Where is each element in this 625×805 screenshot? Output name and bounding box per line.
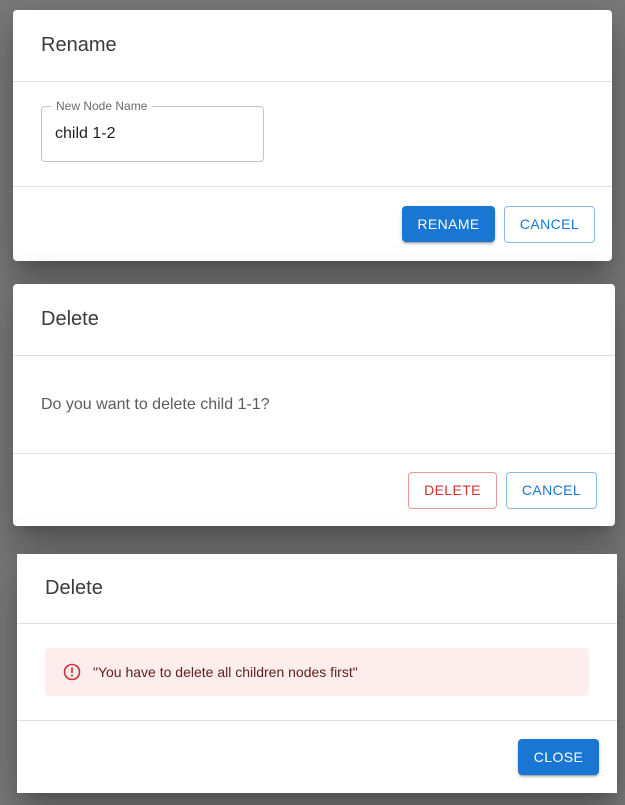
delete-error-dialog-title: Delete — [17, 554, 617, 624]
rename-dialog-actions: RENAME CANCEL — [13, 187, 612, 261]
delete-cancel-button[interactable]: CANCEL — [506, 471, 597, 509]
rename-dialog-title: Rename — [13, 10, 612, 82]
rename-dialog-content: New Node Name — [13, 82, 612, 187]
rename-button[interactable]: RENAME — [402, 206, 495, 242]
error-outline-icon — [63, 663, 81, 681]
close-button[interactable]: CLOSE — [518, 739, 599, 775]
delete-dialog-actions: DELETE CANCEL — [13, 454, 615, 526]
rename-dialog: Rename New Node Name RENAME CANCEL — [13, 10, 612, 261]
rename-cancel-button[interactable]: CANCEL — [504, 205, 595, 243]
delete-error-dialog-actions: CLOSE — [17, 721, 617, 793]
new-node-name-input[interactable] — [42, 107, 263, 161]
delete-error-dialog: Delete "You have to delete all children … — [17, 554, 617, 793]
delete-dialog-content: Do you want to delete child 1-1? — [13, 356, 615, 454]
delete-button[interactable]: DELETE — [408, 471, 497, 509]
delete-confirm-message: Do you want to delete child 1-1? — [41, 395, 270, 413]
new-node-name-field: New Node Name — [41, 99, 264, 162]
delete-error-dialog-content: "You have to delete all children nodes f… — [17, 624, 617, 721]
delete-dialog-title: Delete — [13, 284, 615, 356]
error-alert: "You have to delete all children nodes f… — [45, 648, 589, 696]
error-alert-message: "You have to delete all children nodes f… — [93, 664, 358, 680]
delete-confirm-dialog: Delete Do you want to delete child 1-1? … — [13, 284, 615, 526]
